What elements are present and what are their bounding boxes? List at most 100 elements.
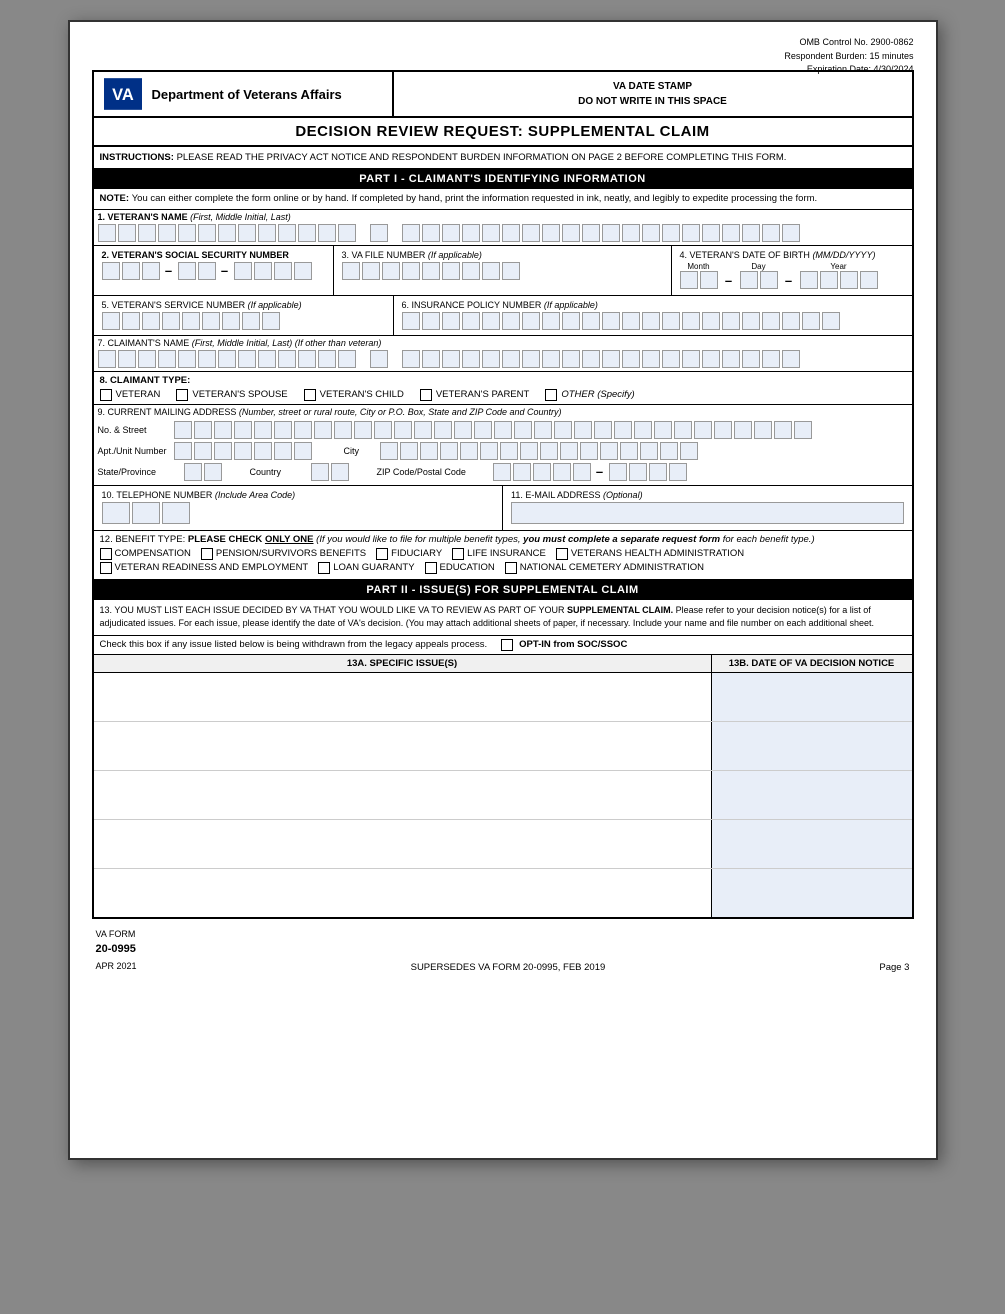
street-box[interactable]	[734, 421, 752, 439]
city-box[interactable]	[440, 442, 458, 460]
city-box[interactable]	[380, 442, 398, 460]
insurance-box[interactable]	[622, 312, 640, 330]
year-box[interactable]	[840, 271, 858, 289]
street-box[interactable]	[434, 421, 452, 439]
insurance-box[interactable]	[522, 312, 540, 330]
checkbox-spouse[interactable]	[176, 389, 188, 401]
option-education[interactable]: EDUCATION	[425, 562, 495, 574]
insurance-box[interactable]	[802, 312, 820, 330]
city-box[interactable]	[580, 442, 598, 460]
char-box[interactable]	[298, 224, 316, 242]
checkbox-parent[interactable]	[420, 389, 432, 401]
zip-box[interactable]	[629, 463, 647, 481]
city-box[interactable]	[480, 442, 498, 460]
char-box[interactable]	[642, 224, 660, 242]
option-child[interactable]: VETERAN'S CHILD	[304, 389, 404, 401]
option-veteran[interactable]: VETERAN	[100, 389, 161, 401]
street-box[interactable]	[714, 421, 732, 439]
ssn-box[interactable]	[178, 262, 196, 280]
claimant-box[interactable]	[582, 350, 600, 368]
checkbox-life-insurance[interactable]	[452, 548, 464, 560]
street-box[interactable]	[314, 421, 332, 439]
street-box[interactable]	[534, 421, 552, 439]
claimant-box[interactable]	[338, 350, 356, 368]
country-box[interactable]	[331, 463, 349, 481]
ssn-box[interactable]	[122, 262, 140, 280]
service-box[interactable]	[162, 312, 180, 330]
char-box[interactable]	[138, 224, 156, 242]
city-box[interactable]	[680, 442, 698, 460]
claimant-box[interactable]	[522, 350, 540, 368]
char-box[interactable]	[402, 224, 420, 242]
char-box[interactable]	[318, 224, 336, 242]
ssn-box[interactable]	[294, 262, 312, 280]
claimant-box[interactable]	[782, 350, 800, 368]
char-box[interactable]	[702, 224, 720, 242]
claimant-box[interactable]	[138, 350, 156, 368]
char-box[interactable]	[722, 224, 740, 242]
street-box[interactable]	[394, 421, 412, 439]
city-box[interactable]	[640, 442, 658, 460]
street-box[interactable]	[214, 421, 232, 439]
claimant-box[interactable]	[370, 350, 388, 368]
char-box[interactable]	[622, 224, 640, 242]
checkbox-vre[interactable]	[100, 562, 112, 574]
char-box[interactable]	[118, 224, 136, 242]
char-box[interactable]	[258, 224, 276, 242]
apt-box[interactable]	[294, 442, 312, 460]
claimant-box[interactable]	[762, 350, 780, 368]
checkbox-education[interactable]	[425, 562, 437, 574]
issue-main-cell[interactable]	[94, 673, 712, 721]
street-box[interactable]	[474, 421, 492, 439]
service-box[interactable]	[202, 312, 220, 330]
va-file-box[interactable]	[442, 262, 460, 280]
char-box[interactable]	[98, 224, 116, 242]
option-parent[interactable]: VETERAN'S PARENT	[420, 389, 530, 401]
ssn-box[interactable]	[102, 262, 120, 280]
street-box[interactable]	[614, 421, 632, 439]
char-box[interactable]	[682, 224, 700, 242]
claimant-box[interactable]	[318, 350, 336, 368]
city-box[interactable]	[520, 442, 538, 460]
char-box[interactable]	[158, 224, 176, 242]
option-vre[interactable]: VETERAN READINESS AND EMPLOYMENT	[100, 562, 309, 574]
state-box[interactable]	[184, 463, 202, 481]
insurance-box[interactable]	[482, 312, 500, 330]
checkbox-fiduciary[interactable]	[376, 548, 388, 560]
checkbox-other[interactable]	[545, 389, 557, 401]
option-nca[interactable]: NATIONAL CEMETERY ADMINISTRATION	[505, 562, 704, 574]
street-box[interactable]	[194, 421, 212, 439]
char-box[interactable]	[662, 224, 680, 242]
char-box[interactable]	[422, 224, 440, 242]
issue-date-cell[interactable]	[712, 869, 912, 917]
street-box[interactable]	[454, 421, 472, 439]
city-box[interactable]	[400, 442, 418, 460]
va-file-box[interactable]	[482, 262, 500, 280]
char-box[interactable]	[238, 224, 256, 242]
year-box[interactable]	[860, 271, 878, 289]
char-box[interactable]	[482, 224, 500, 242]
ssn-box[interactable]	[142, 262, 160, 280]
char-box[interactable]	[338, 224, 356, 242]
city-box[interactable]	[620, 442, 638, 460]
insurance-box[interactable]	[602, 312, 620, 330]
city-box[interactable]	[500, 442, 518, 460]
checkbox-compensation[interactable]	[100, 548, 112, 560]
insurance-box[interactable]	[762, 312, 780, 330]
street-box[interactable]	[174, 421, 192, 439]
claimant-box[interactable]	[702, 350, 720, 368]
street-box[interactable]	[294, 421, 312, 439]
insurance-box[interactable]	[682, 312, 700, 330]
option-spouse[interactable]: VETERAN'S SPOUSE	[176, 389, 287, 401]
street-box[interactable]	[634, 421, 652, 439]
issue-main-cell[interactable]	[94, 722, 712, 770]
zip-box[interactable]	[573, 463, 591, 481]
issue-main-cell[interactable]	[94, 869, 712, 917]
checkbox-child[interactable]	[304, 389, 316, 401]
claimant-box[interactable]	[662, 350, 680, 368]
street-box[interactable]	[374, 421, 392, 439]
street-box[interactable]	[254, 421, 272, 439]
street-box[interactable]	[794, 421, 812, 439]
option-pension[interactable]: PENSION/SURVIVORS BENEFITS	[201, 548, 366, 560]
claimant-box[interactable]	[278, 350, 296, 368]
